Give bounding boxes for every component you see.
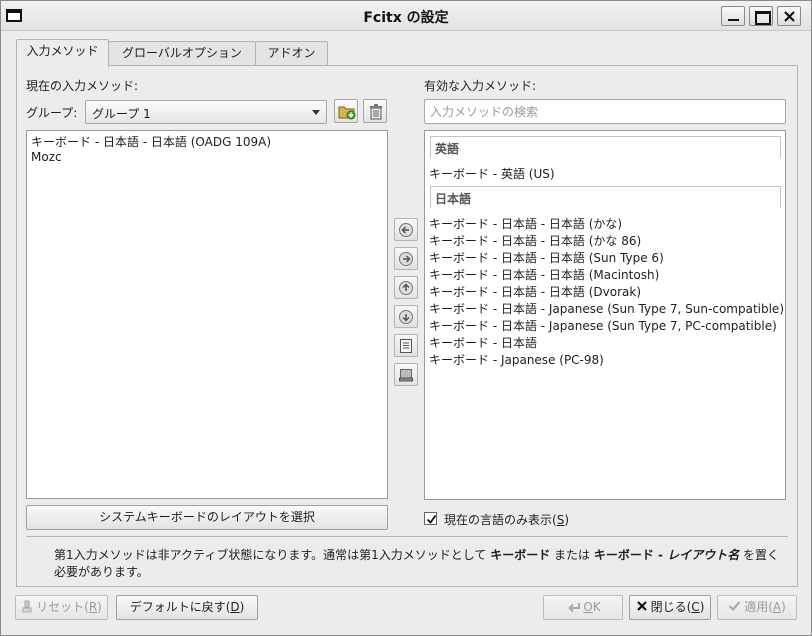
- window-title: Fcitx の設定: [363, 10, 449, 26]
- current-language-only-checkbox[interactable]: [424, 512, 437, 525]
- folder-add-icon: [338, 106, 356, 120]
- maximize-button[interactable]: [749, 6, 773, 26]
- restore-defaults-paren: ): [239, 600, 245, 614]
- list-item[interactable]: キーボード - 日本語 - 日本語 (Dvorak): [429, 283, 641, 300]
- restore-defaults-label: デフォルトに戻す(: [129, 600, 231, 614]
- reset-mnemonic: R: [88, 600, 98, 614]
- reset-label: リセット(: [36, 600, 89, 614]
- list-item[interactable]: キーボード - 日本語 - 日本語 (OADG 109A): [31, 133, 271, 150]
- list-item[interactable]: キーボード - 日本語 - 日本語 (かな 86): [429, 232, 641, 249]
- list-item[interactable]: キーボード - 日本語 - 日本語 (かな): [429, 215, 622, 232]
- close-icon: [784, 11, 795, 22]
- title-bar: Fcitx の設定: [1, 1, 811, 31]
- document-settings-icon: [400, 339, 412, 353]
- delete-group-button[interactable]: [363, 99, 387, 123]
- remove-im-button[interactable]: [394, 247, 418, 270]
- tab-global-options[interactable]: グローバルオプション: [108, 41, 256, 66]
- info-line-2: 必要があります。: [54, 565, 149, 579]
- info-text-1: 第1入力メソッドは非アクティブ状態になります。通常は第1入力メソッドとして: [54, 548, 491, 562]
- tab-input-method[interactable]: 入力メソッド: [16, 39, 109, 67]
- arrow-down-icon: [399, 310, 413, 324]
- info-bold-keyboard-prefix: キーボード -: [593, 548, 668, 562]
- ok-button[interactable]: OOKK: [543, 595, 623, 620]
- ok-arrow-icon: [568, 603, 581, 613]
- apply-paren: ): [781, 600, 786, 614]
- list-item[interactable]: Mozc: [31, 150, 62, 164]
- current-im-list[interactable]: キーボード - 日本語 - 日本語 (OADG 109A) Mozc: [26, 130, 388, 499]
- reset-button[interactable]: リセット(R): [15, 595, 108, 620]
- configure-im-button[interactable]: [394, 334, 418, 357]
- apply-mnemonic: A: [772, 600, 782, 614]
- current-im-heading: 現在の入力メソッド:: [26, 79, 139, 93]
- current-language-only-label[interactable]: 現在の言語のみ表示(S): [444, 511, 569, 528]
- list-item[interactable]: キーボード - 日本語: [429, 334, 537, 351]
- trash-icon: [370, 104, 382, 120]
- available-im-heading: 有効な入力メソッド:: [424, 79, 537, 93]
- arrow-right-icon: [399, 252, 413, 266]
- settings-window: Fcitx の設定 入力メソッド グローバルオプション アドオン 現在の入力メソ…: [0, 0, 812, 636]
- check-icon: [728, 601, 741, 612]
- close-mnemonic: C: [691, 600, 700, 614]
- arrow-left-icon: [399, 223, 413, 237]
- chevron-down-icon: [312, 110, 320, 115]
- minimize-button[interactable]: [721, 6, 745, 26]
- info-bold-keyboard: キーボード: [490, 548, 551, 562]
- list-item[interactable]: キーボード - 日本語 - Japanese (Sun Type 7, PC-c…: [429, 317, 777, 334]
- checkmark-icon: [426, 514, 437, 524]
- close-x-icon: [636, 601, 647, 611]
- info-message: 第1入力メソッドは非アクティブ状態になります。通常は第1入力メソッドとして キー…: [26, 536, 788, 582]
- arrow-up-icon: [399, 281, 413, 295]
- group-header-english: 英語: [430, 136, 781, 158]
- tab-addons[interactable]: アドオン: [255, 41, 328, 66]
- info-text-2: または: [550, 548, 594, 562]
- close-label: 閉じる(: [650, 600, 692, 614]
- list-item[interactable]: キーボード - 日本語 - Japanese (Sun Type 7, Sun-…: [429, 300, 784, 317]
- list-item[interactable]: キーボード - Japanese (PC-98): [429, 351, 604, 368]
- info-line-1: 第1入力メソッドは非アクティブ状態になります。通常は第1入力メソッドとして キー…: [54, 546, 779, 563]
- info-text-3: を置く: [739, 548, 780, 562]
- group-label: グループ:: [26, 106, 78, 120]
- list-item[interactable]: キーボード - 英語 (US): [429, 165, 555, 182]
- group-header-label: 日本語: [435, 192, 472, 206]
- move-up-button[interactable]: [394, 276, 418, 299]
- group-select-value: グループ 1: [92, 107, 151, 121]
- add-group-button[interactable]: [334, 99, 358, 123]
- group-header-label: 英語: [435, 142, 460, 156]
- close-button[interactable]: 閉じる(C): [629, 595, 711, 620]
- apply-button[interactable]: 適用(A): [717, 595, 797, 620]
- checkbox-label-text: 現在の言語のみ表示(: [444, 513, 557, 527]
- list-item[interactable]: キーボード - 日本語 - 日本語 (Sun Type 6): [429, 249, 664, 266]
- restore-defaults-mnemonic: D: [230, 600, 240, 614]
- im-search-input[interactable]: [424, 99, 786, 124]
- ok-label-rest: K: [592, 600, 601, 614]
- add-im-button[interactable]: [394, 218, 418, 241]
- brush-icon: [22, 600, 32, 613]
- ok-mnemonic: O: [583, 600, 593, 614]
- group-select[interactable]: グループ 1: [85, 100, 327, 124]
- select-layout-button[interactable]: システムキーボードのレイアウトを選択: [26, 505, 388, 530]
- apply-label: 適用(: [744, 600, 773, 614]
- restore-defaults-button[interactable]: デフォルトに戻す(D): [116, 595, 258, 620]
- group-header-japanese: 日本語: [430, 186, 781, 208]
- close-window-button[interactable]: [777, 6, 801, 26]
- close-paren: ): [699, 600, 705, 614]
- keyboard-icon: [399, 369, 413, 382]
- checkbox-label-close: ): [564, 513, 569, 527]
- keyboard-layout-button[interactable]: [394, 363, 418, 386]
- reset-paren: ): [97, 600, 102, 614]
- info-bold-layout-name: レイアウト名: [667, 548, 740, 562]
- available-im-list[interactable]: 英語 キーボード - 英語 (US) 日本語 キーボード - 日本語 - 日本語…: [424, 130, 786, 500]
- list-item[interactable]: キーボード - 日本語 - 日本語 (Macintosh): [429, 266, 659, 283]
- move-down-button[interactable]: [394, 305, 418, 328]
